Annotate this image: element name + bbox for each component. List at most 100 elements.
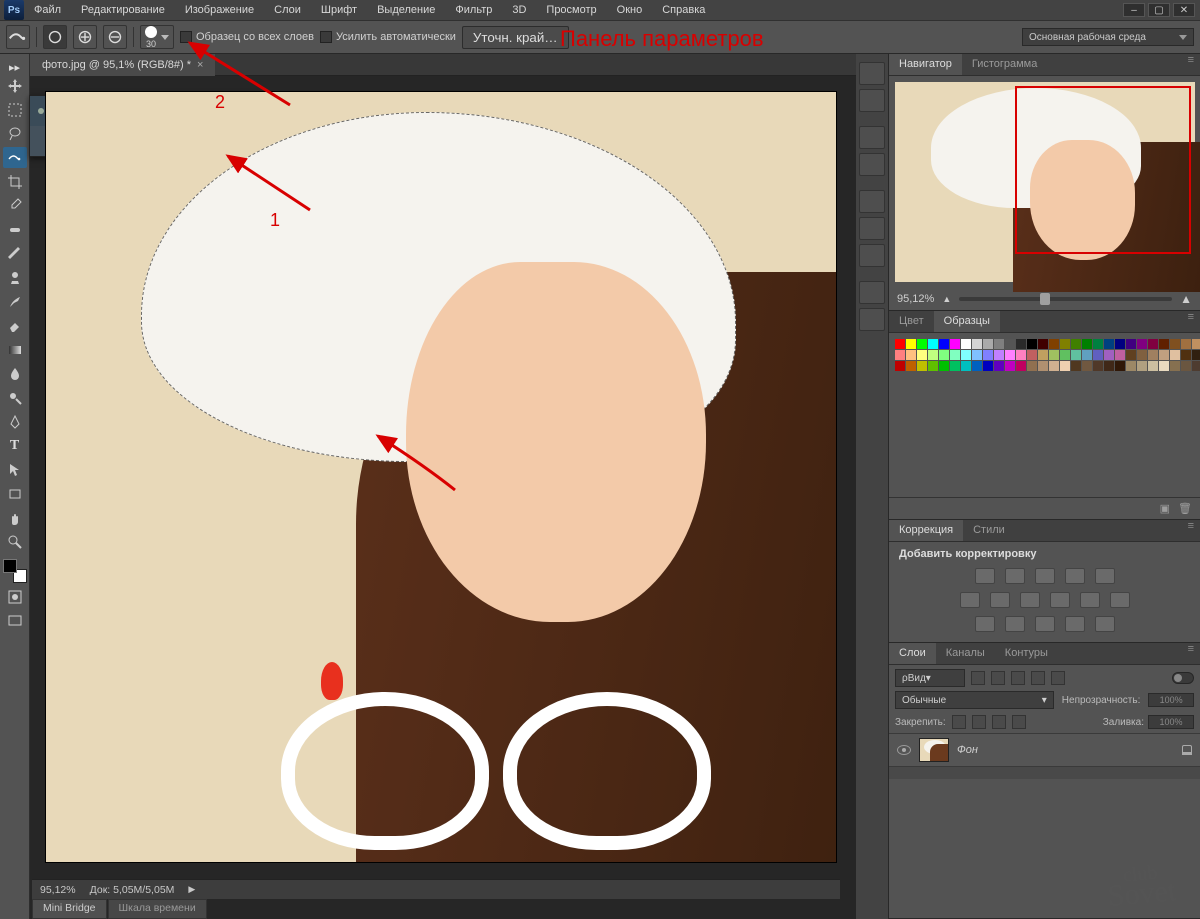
- move-tool[interactable]: [3, 75, 27, 96]
- swatch[interactable]: [1148, 350, 1158, 360]
- lock-transparency-icon[interactable]: [952, 715, 966, 729]
- swatch[interactable]: [961, 350, 971, 360]
- swatch-grid[interactable]: [895, 339, 1194, 371]
- swatch[interactable]: [950, 339, 960, 349]
- brush-preset-picker[interactable]: 30: [140, 25, 174, 49]
- delete-swatch-icon[interactable]: 🗑: [1178, 502, 1192, 515]
- path-selection-tool[interactable]: [3, 459, 27, 480]
- filter-smart-icon[interactable]: [1051, 671, 1065, 685]
- adj-bw-icon[interactable]: [1020, 592, 1040, 608]
- swatch[interactable]: [1038, 339, 1048, 349]
- swatch[interactable]: [1049, 361, 1059, 371]
- swatch[interactable]: [994, 361, 1004, 371]
- tab-histogram[interactable]: Гистограмма: [962, 54, 1048, 75]
- filter-type-icon[interactable]: [1011, 671, 1025, 685]
- selection-new-icon[interactable]: [43, 25, 67, 49]
- swatch[interactable]: [994, 339, 1004, 349]
- swatch[interactable]: [928, 361, 938, 371]
- swatch[interactable]: [972, 339, 982, 349]
- swatch[interactable]: [1016, 350, 1026, 360]
- current-tool-icon[interactable]: [6, 25, 30, 49]
- swatch[interactable]: [950, 361, 960, 371]
- filter-toggle[interactable]: [1172, 672, 1194, 684]
- swatch[interactable]: [1005, 339, 1015, 349]
- swatch[interactable]: [1071, 361, 1081, 371]
- swatch[interactable]: [994, 350, 1004, 360]
- swatch[interactable]: [895, 339, 905, 349]
- adj-threshold-icon[interactable]: [1035, 616, 1055, 632]
- collapsed-panel-2[interactable]: [859, 89, 885, 112]
- new-swatch-icon[interactable]: ▣: [1160, 502, 1170, 515]
- workspace-switcher[interactable]: Основная рабочая среда: [1022, 28, 1194, 46]
- swatch[interactable]: [1192, 361, 1200, 371]
- tab-adjustments[interactable]: Коррекция: [889, 520, 963, 541]
- navigator-thumbnail[interactable]: [895, 82, 1195, 282]
- swatch[interactable]: [1016, 361, 1026, 371]
- adj-levels-icon[interactable]: [1005, 568, 1025, 584]
- swatch[interactable]: [1049, 350, 1059, 360]
- swatch[interactable]: [1126, 361, 1136, 371]
- menu-image[interactable]: Изображение: [175, 1, 264, 19]
- tab-mini-bridge[interactable]: Mini Bridge: [32, 899, 107, 919]
- swatch[interactable]: [1082, 339, 1092, 349]
- swatch[interactable]: [1137, 350, 1147, 360]
- tab-timeline[interactable]: Шкала времени: [108, 899, 207, 919]
- eraser-tool[interactable]: [3, 315, 27, 336]
- healing-brush-tool[interactable]: [3, 219, 27, 240]
- swatch[interactable]: [895, 350, 905, 360]
- lock-pixels-icon[interactable]: [972, 715, 986, 729]
- marquee-tool[interactable]: [3, 99, 27, 120]
- maximize-button[interactable]: ▢: [1148, 3, 1170, 17]
- filter-adjust-icon[interactable]: [991, 671, 1005, 685]
- refine-edge-button[interactable]: Уточн. край…: [462, 26, 569, 49]
- swatch[interactable]: [1104, 339, 1114, 349]
- swatch[interactable]: [1170, 361, 1180, 371]
- layer-filter-dropdown[interactable]: ρ Вид ▾: [895, 669, 965, 687]
- menu-filter[interactable]: Фильтр: [445, 1, 502, 19]
- adj-vibrance-icon[interactable]: [1095, 568, 1115, 584]
- collapsed-panel-4[interactable]: [859, 153, 885, 176]
- eyedropper-tool[interactable]: [3, 195, 27, 216]
- filter-shape-icon[interactable]: [1031, 671, 1045, 685]
- layer-row[interactable]: Фон: [889, 733, 1200, 767]
- auto-enhance-checkbox[interactable]: Усилить автоматически: [320, 31, 456, 43]
- menu-help[interactable]: Справка: [652, 1, 715, 19]
- swatch[interactable]: [1126, 339, 1136, 349]
- tab-navigator[interactable]: Навигатор: [889, 54, 962, 75]
- swatch[interactable]: [917, 339, 927, 349]
- blur-tool[interactable]: [3, 363, 27, 384]
- collapsed-panel-5[interactable]: [859, 190, 885, 213]
- menu-select[interactable]: Выделение: [367, 1, 445, 19]
- lasso-tool[interactable]: [3, 123, 27, 144]
- tab-color[interactable]: Цвет: [889, 311, 934, 332]
- adj-photo-filter-icon[interactable]: [1050, 592, 1070, 608]
- adj-balance-icon[interactable]: [990, 592, 1010, 608]
- zoom-tool[interactable]: [3, 531, 27, 552]
- hand-tool[interactable]: [3, 507, 27, 528]
- type-tool[interactable]: T: [3, 435, 27, 456]
- blend-mode-dropdown[interactable]: Обычные▾: [895, 691, 1054, 709]
- swatch[interactable]: [1027, 339, 1037, 349]
- layer-thumbnail[interactable]: [919, 738, 949, 762]
- filter-pixel-icon[interactable]: [971, 671, 985, 685]
- navigator-zoom-value[interactable]: 95,12%: [897, 293, 934, 305]
- swatch[interactable]: [1115, 339, 1125, 349]
- stamp-tool[interactable]: [3, 267, 27, 288]
- adj-mixer-icon[interactable]: [1080, 592, 1100, 608]
- menu-window[interactable]: Окно: [607, 1, 653, 19]
- gradient-tool[interactable]: [3, 339, 27, 360]
- tab-styles[interactable]: Стили: [963, 520, 1015, 541]
- collapsed-panel-9[interactable]: [859, 308, 885, 331]
- fill-input[interactable]: 100%: [1148, 715, 1194, 729]
- swatch[interactable]: [939, 339, 949, 349]
- swatch[interactable]: [1060, 350, 1070, 360]
- tab-swatches[interactable]: Образцы: [934, 311, 1000, 332]
- selection-subtract-icon[interactable]: [103, 25, 127, 49]
- menu-edit[interactable]: Редактирование: [71, 1, 175, 19]
- swatch[interactable]: [1005, 350, 1015, 360]
- swatch[interactable]: [906, 361, 916, 371]
- swatch[interactable]: [928, 350, 938, 360]
- swatch[interactable]: [1159, 350, 1169, 360]
- adj-curves-icon[interactable]: [1035, 568, 1055, 584]
- rectangle-tool[interactable]: [3, 483, 27, 504]
